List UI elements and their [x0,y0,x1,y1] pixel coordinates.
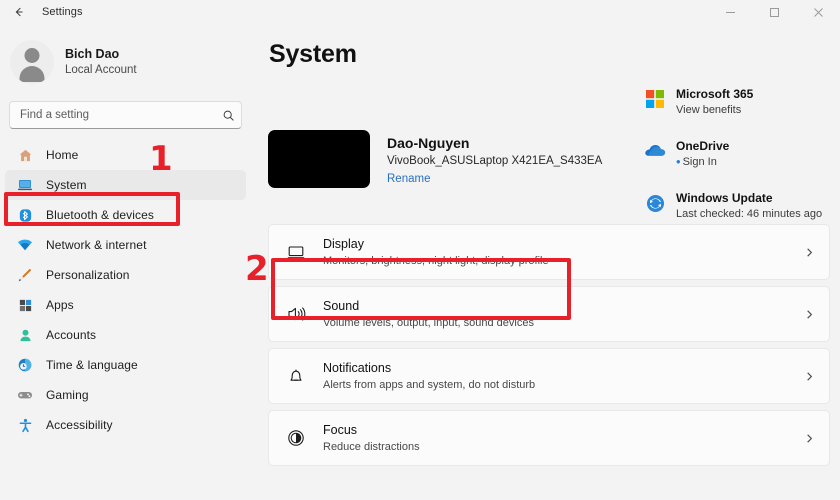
sidebar-item-system[interactable]: System [5,170,246,200]
sidebar-nav: Home System Bluetooth & devices Network … [0,140,258,440]
info-card-subtitle: • Sign In [676,154,717,169]
info-card-title: Windows Update [676,191,773,205]
settings-row-title: Notifications [323,360,392,375]
system-icon [14,175,36,195]
sidebar-item-label: Home [46,148,79,162]
window-controls [708,0,840,24]
sidebar-item-label: Time & language [46,358,138,372]
annotation-marker-1: 1 [149,139,173,179]
notifications-icon [269,366,323,386]
main-content: System Dao-Nguyen VivoBook_ASUSLaptop X4… [258,24,840,500]
accounts-icon [14,325,36,345]
home-icon [14,145,36,165]
annotation-marker-2: 2 [245,249,269,289]
status-dot-icon: • [676,154,681,169]
minimize-button[interactable] [708,0,752,24]
sidebar-item-label: Network & internet [46,238,147,252]
sidebar-item-label: Gaming [46,388,89,402]
settings-row-subtitle: Volume levels, output, input, sound devi… [323,316,534,329]
info-card-title: OneDrive [676,139,730,153]
sidebar-item-personalization[interactable]: Personalization [5,260,246,290]
sidebar-item-bluetooth-devices[interactable]: Bluetooth & devices [5,200,246,230]
sidebar-item-label: System [46,178,87,192]
search-box[interactable] [9,101,242,129]
sidebar-item-gaming[interactable]: Gaming [5,380,246,410]
sidebar-item-label: Apps [46,298,74,312]
close-button[interactable] [796,0,840,24]
device-name: Dao-Nguyen [387,135,470,151]
sidebar-item-network-internet[interactable]: Network & internet [5,230,246,260]
sidebar-item-home[interactable]: Home [5,140,246,170]
info-card-subtitle: View benefits [676,104,742,116]
windows-update-icon [640,190,670,213]
maximize-button[interactable] [752,0,796,24]
onedrive-icon [640,138,670,158]
back-button[interactable] [4,1,34,23]
apps-icon [14,295,36,315]
sound-icon [269,304,323,324]
accessibility-icon [14,415,36,435]
profile-account-type: Local Account [65,63,137,76]
info-card-title: Microsoft 365 [676,87,754,101]
bluetooth-icon [14,205,36,225]
gamepad-icon [14,385,36,405]
sidebar-item-accessibility[interactable]: Accessibility [5,410,246,440]
window-title: Settings [42,6,83,18]
chevron-right-icon [789,247,829,258]
settings-row-sound[interactable]: Sound Volume levels, output, input, soun… [268,286,830,342]
settings-window: Settings Bich Dao Local Account Find a s… [0,0,840,500]
settings-row-display[interactable]: Display Monitors, brightness, night ligh… [268,224,830,280]
sidebar-item-label: Accessibility [46,418,113,432]
device-model: VivoBook_ASUSLaptop X421EA_S433EA [387,155,603,167]
settings-row-subtitle: Monitors, brightness, night light, displ… [323,254,549,267]
info-card-onedrive[interactable]: OneDrive • Sign In [640,138,832,190]
rename-link[interactable]: Rename [387,171,430,187]
chevron-right-icon [789,309,829,320]
device-image [268,130,370,188]
info-card-subtitle: Last checked: 46 minutes ago [676,208,823,220]
user-profile[interactable]: Bich Dao Local Account [10,40,258,84]
search-input[interactable] [10,109,215,121]
sidebar-item-label: Personalization [46,268,130,282]
profile-name: Bich Dao [65,46,120,61]
sidebar-item-accounts[interactable]: Accounts [5,320,246,350]
avatar [10,40,54,84]
chevron-right-icon [789,371,829,382]
sidebar-item-time-language[interactable]: Time & language [5,350,246,380]
wifi-icon [14,235,36,255]
microsoft-365-icon [640,86,670,108]
brush-icon [14,265,36,285]
settings-row-subtitle: Reduce distractions [323,440,420,453]
page-title: System [269,40,357,68]
settings-row-notifications[interactable]: Notifications Alerts from apps and syste… [268,348,830,404]
display-icon [269,242,323,262]
sidebar-item-apps[interactable]: Apps [5,290,246,320]
clock-icon [14,355,36,375]
info-cards: Microsoft 365 View benefits OneDrive • Si… [640,86,832,242]
settings-row-title: Focus [323,422,358,437]
sidebar-item-label: Accounts [46,328,97,342]
title-bar: Settings [0,0,840,24]
info-card-microsoft-365[interactable]: Microsoft 365 View benefits [640,86,832,138]
settings-row-title: Display [323,236,364,251]
sidebar: Bich Dao Local Account Home [0,24,258,500]
sidebar-item-label: Bluetooth & devices [46,208,154,222]
chevron-right-icon [789,433,829,444]
search-icon [215,109,241,122]
settings-list: Display Monitors, brightness, night ligh… [268,224,830,472]
settings-row-subtitle: Alerts from apps and system, do not dist… [323,378,536,391]
settings-row-focus[interactable]: Focus Reduce distractions [268,410,830,466]
settings-row-title: Sound [323,298,360,313]
focus-icon [269,428,323,448]
device-summary: Dao-Nguyen VivoBook_ASUSLaptop X421EA_S4… [268,130,602,188]
